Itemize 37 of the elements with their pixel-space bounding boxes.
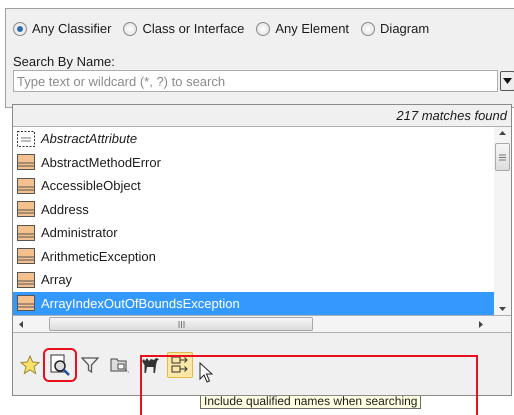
- attribute-icon: [17, 130, 35, 147]
- caret-down-icon: [503, 78, 512, 84]
- scroll-left-arrow-icon[interactable]: [17, 320, 25, 328]
- result-item[interactable]: ArithmeticException: [13, 244, 494, 268]
- class-icon: [17, 154, 35, 170]
- class-icon: [17, 272, 35, 288]
- class-icon: [17, 178, 35, 194]
- scope-radio[interactable]: Class or Interface: [123, 21, 244, 36]
- horizontal-scrollbar[interactable]: [13, 316, 511, 333]
- history-dropdown-button[interactable]: [500, 71, 514, 91]
- scroll-right-arrow-icon[interactable]: [477, 320, 485, 328]
- scope-radio[interactable]: Any Element: [256, 21, 350, 36]
- class-icon: [17, 201, 35, 218]
- document-magnifier-icon: [50, 354, 70, 376]
- result-item[interactable]: Address: [13, 198, 494, 221]
- vertical-scrollbar[interactable]: [494, 127, 511, 315]
- class-icon: [17, 295, 35, 312]
- result-item[interactable]: Administrator: [13, 221, 494, 244]
- search-label: Search By Name:: [13, 54, 116, 69]
- star-icon: [20, 355, 40, 375]
- scope-radio[interactable]: Any Classifier: [13, 21, 112, 36]
- toolbar-button[interactable]: [167, 352, 193, 378]
- scope-radio[interactable]: Diagram: [361, 21, 430, 36]
- result-item[interactable]: AbstractMethodError: [13, 150, 494, 174]
- result-item[interactable]: AbstractAttribute: [13, 127, 494, 150]
- mouse-pointer-icon: [199, 362, 213, 384]
- result-item[interactable]: AccessibleObject: [13, 174, 494, 198]
- match-count: 217 matches found: [395, 107, 508, 125]
- qualified-names-icon: [170, 355, 190, 375]
- search-field[interactable]: Type text or wildcard (*, ?) to search: [13, 70, 498, 92]
- grip-icon: [499, 154, 506, 160]
- filter-icon: [81, 356, 99, 374]
- result-item[interactable]: Array: [13, 268, 494, 292]
- grip-icon: [178, 320, 184, 328]
- class-icon: [17, 248, 35, 264]
- camel-icon: [140, 355, 160, 375]
- class-icon: [17, 224, 35, 241]
